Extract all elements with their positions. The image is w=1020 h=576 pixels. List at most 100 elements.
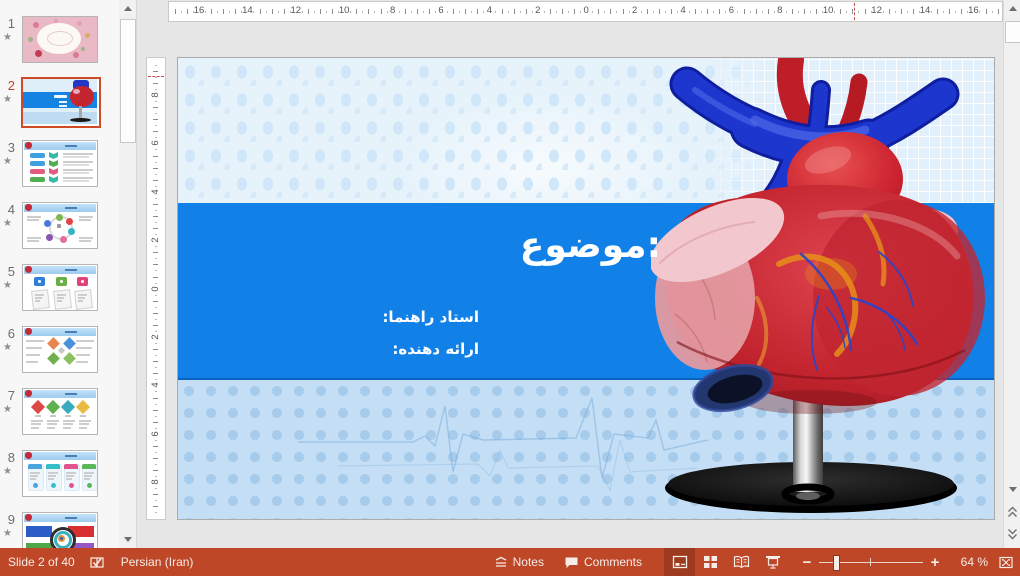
previous-slide-button[interactable] — [1004, 502, 1020, 522]
thumbnail-item: 3 ★ — [0, 140, 118, 198]
animation-star-icon: ★ — [3, 404, 12, 415]
slide-number: 6 — [7, 326, 15, 341]
scroll-down-icon[interactable] — [1004, 481, 1020, 498]
ruler-label: 12 — [871, 5, 882, 16]
comments-label: Comments — [583, 555, 642, 569]
arrow-up-icon — [123, 6, 132, 11]
thumb-scroll-up-icon[interactable] — [119, 0, 136, 17]
ruler-label: 8 — [389, 5, 396, 16]
ruler-label: 8 — [777, 5, 783, 16]
ruler-label: 16 — [193, 5, 205, 16]
ruler-label: 4 — [680, 5, 686, 16]
ruler-label: 14 — [242, 5, 253, 16]
thumbnail-item: 8 ★ — [0, 450, 118, 508]
status-bar: Slide 2 of 40 Persian (Iran) Notes Comme… — [0, 548, 1020, 576]
thumbnail-item: 4 ★ — [0, 202, 118, 260]
ruler-label: 12 — [290, 5, 302, 16]
ruler-label: 10 — [338, 5, 350, 16]
thumbnail-item: 1 ★ — [0, 16, 118, 74]
slide-sorter-icon — [704, 556, 717, 568]
slide-thumbnail-2[interactable] — [21, 77, 101, 128]
animation-star-icon: ★ — [3, 466, 12, 477]
spellcheck-icon[interactable] — [89, 555, 106, 570]
reading-view-button[interactable] — [726, 548, 757, 576]
slide-number: 9 — [7, 512, 15, 527]
zoom-slider-thumb[interactable] — [833, 555, 840, 571]
slide-sorter-button[interactable] — [695, 548, 726, 576]
slide-number: 7 — [7, 388, 15, 403]
normal-view-icon — [672, 555, 687, 569]
ruler-label: 4 — [150, 189, 161, 195]
slideshow-button[interactable] — [757, 548, 788, 576]
main-scrollbar[interactable] — [1003, 0, 1020, 548]
view-shortcut-group — [664, 548, 788, 576]
heart-model-graphic — [651, 58, 985, 414]
thumbnail-item: 7 ★ — [0, 388, 118, 446]
zoom-in-button[interactable]: + — [928, 554, 942, 571]
animation-star-icon: ★ — [3, 528, 12, 539]
comments-icon — [565, 557, 578, 568]
ruler-label: 10 — [822, 5, 834, 16]
heart-model-image[interactable] — [651, 58, 994, 518]
thumb-scrollbar-thumb[interactable] — [120, 19, 136, 143]
thumbnail-scrollbar[interactable] — [119, 0, 137, 548]
slide-indicator[interactable]: Slide 2 of 40 — [8, 555, 75, 569]
zoom-slider[interactable] — [819, 548, 923, 576]
presenter-text[interactable]: ارائه دهنده: — [392, 337, 479, 361]
ruler-label: 8 — [150, 92, 161, 98]
ruler-pointer-marker — [854, 3, 855, 20]
slide-thumbnail-panel: 1 ★ 2 ★ 3 ★ 4 ★ 5 ★ 6 ★ 7 ★ 8 ★ 9 ★ — [0, 0, 120, 548]
thumbnail-item: 5 ★ — [0, 264, 118, 322]
slide-thumbnail-9[interactable] — [22, 512, 98, 548]
ruler-label: 4 — [150, 382, 161, 389]
zoom-slider-midpoint — [870, 558, 871, 566]
slide-number: 2 — [7, 78, 15, 93]
horizontal-ruler: 16 14 12 10 8 6 4 2 0 2 4 6 8 10 12 14 16 — [168, 1, 1003, 22]
double-chevron-up-icon — [1008, 506, 1017, 517]
ruler-label: 2 — [150, 334, 161, 340]
ruler-label: 6 — [150, 431, 161, 437]
slide-thumbnail-7[interactable] — [22, 388, 98, 435]
slide-canvas[interactable]: موضوع: استاد راهنما: ارائه دهنده: — [177, 57, 995, 520]
fit-to-window-button[interactable] — [998, 555, 1014, 570]
slide-thumbnail-3[interactable] — [22, 140, 98, 187]
animation-star-icon: ★ — [3, 156, 12, 167]
normal-view-button[interactable] — [664, 548, 695, 576]
slide-title-text[interactable]: موضوع: — [520, 224, 661, 268]
animation-star-icon: ★ — [3, 32, 12, 43]
ruler-label: 0 — [583, 5, 589, 16]
ruler-label: 2 — [535, 5, 541, 16]
slide-thumbnail-8[interactable] — [22, 450, 98, 497]
notes-toggle[interactable]: Notes — [494, 555, 544, 569]
animation-star-icon: ★ — [3, 280, 12, 291]
comments-toggle[interactable]: Comments — [564, 555, 642, 569]
ruler-label: 4 — [486, 5, 493, 16]
next-slide-button[interactable] — [1004, 524, 1020, 544]
slide-number: 3 — [7, 140, 15, 155]
language-indicator[interactable]: Persian (Iran) — [121, 555, 194, 569]
supervisor-text[interactable]: استاد راهنما: — [382, 305, 479, 329]
powerpoint-window: 1 ★ 2 ★ 3 ★ 4 ★ 5 ★ 6 ★ 7 ★ 8 ★ 9 ★ 16 1… — [0, 0, 1020, 576]
slide-thumbnail-6[interactable] — [22, 326, 98, 373]
slide-number: 1 — [7, 16, 15, 31]
slide-thumbnail-1[interactable] — [22, 16, 98, 63]
arrow-down-icon — [1008, 487, 1017, 492]
ruler-label: 2 — [631, 5, 638, 16]
thumb-scroll-down-icon[interactable] — [119, 531, 136, 548]
animation-star-icon: ★ — [3, 218, 12, 229]
slide-number: 4 — [7, 202, 15, 217]
arrow-down-icon — [123, 537, 132, 542]
double-chevron-down-icon — [1008, 529, 1017, 540]
animation-star-icon: ★ — [3, 94, 12, 105]
zoom-out-button[interactable]: − — [800, 554, 814, 571]
slide-number: 8 — [7, 450, 15, 465]
zoom-percentage[interactable]: 64 % — [948, 555, 988, 569]
ruler-label: 2 — [150, 237, 161, 243]
slide-thumbnail-4[interactable] — [22, 202, 98, 249]
main-scrollbar-thumb[interactable] — [1005, 21, 1020, 43]
slide-thumbnail-5[interactable] — [22, 264, 98, 311]
notes-icon — [495, 556, 506, 567]
ruler-label: 16 — [968, 5, 979, 16]
notes-label: Notes — [512, 555, 544, 569]
scroll-up-icon[interactable] — [1004, 0, 1020, 17]
